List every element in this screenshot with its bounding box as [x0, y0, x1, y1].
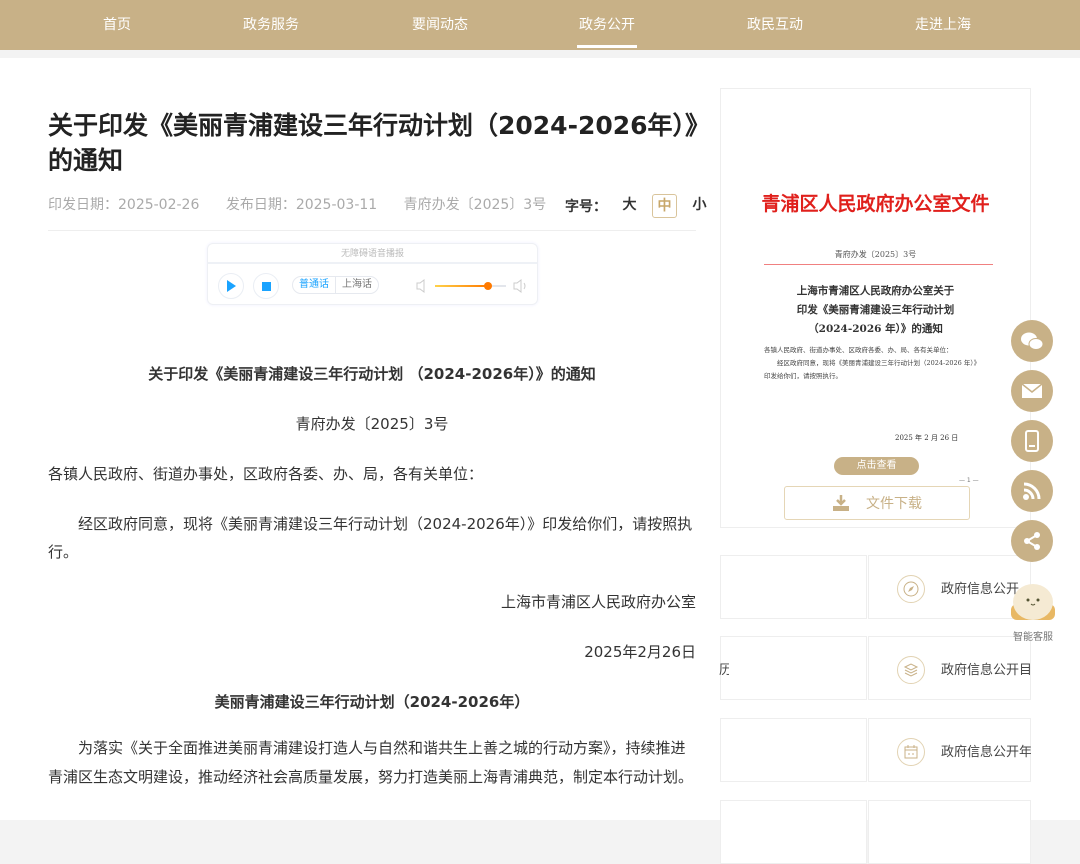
body-addressee: 各镇人民政府、街道办事处，区政府各委、办、局，各有关单位： — [48, 460, 696, 488]
share-icon — [1022, 531, 1042, 551]
link-card[interactable] — [868, 800, 1031, 864]
compass-icon — [897, 575, 925, 603]
preview-red-line — [764, 264, 993, 265]
volume-slider[interactable] — [435, 285, 506, 287]
nav-news[interactable]: 要闻动态 — [412, 0, 468, 50]
preview-title-line: 印发《美丽青浦建设三年行动计划 — [751, 301, 1000, 320]
preview-header: 青浦区人民政府办公室文件 — [721, 189, 1030, 216]
nav-interaction[interactable]: 政民互动 — [747, 0, 803, 50]
stop-icon — [262, 282, 271, 291]
play-icon — [226, 280, 236, 292]
font-size-label: 字号： — [565, 196, 607, 216]
top-nav: 首页 政务服务 要闻动态 政务公开 政民互动 走进上海 — [0, 0, 1080, 50]
body-signer: 上海市青浦区人民政府办公室 — [48, 588, 696, 616]
preview-body-line: 各镇人民政府、街道办事处、区政府各委、办、局、各有关单位： — [764, 344, 999, 357]
font-size-switcher: 字号： 大 中 小 — [565, 194, 712, 218]
volume-low-icon — [416, 279, 426, 293]
wechat-icon — [1020, 331, 1044, 351]
link-card[interactable]: 历 — [720, 636, 867, 700]
card-label: 政府信息公开年 — [941, 741, 1031, 760]
download-label: 文件下载 — [866, 493, 922, 513]
audio-title: 无障碍语音播报 — [208, 244, 537, 264]
nav-home[interactable]: 首页 — [103, 0, 131, 50]
preview-title: 上海市青浦区人民政府办公室关于 印发《美丽青浦建设三年行动计划 （2024-20… — [751, 282, 1000, 339]
mobile-icon — [1025, 430, 1039, 452]
layers-icon — [897, 656, 925, 684]
preview-page-number: — 1 — — [959, 477, 979, 484]
body-doc-number: 青府办发〔2025〕3号 — [48, 410, 696, 438]
preview-body-line: 印发给你们，请按照执行。 — [764, 370, 999, 383]
download-icon — [832, 494, 850, 512]
publish-date: 发布日期：2025-03-11 — [226, 197, 377, 213]
nav-about-shanghai[interactable]: 走进上海 — [915, 0, 971, 50]
mail-icon — [1021, 383, 1043, 399]
nav-open-government[interactable]: 政务公开 — [579, 0, 635, 50]
lang-mandarin[interactable]: 普通话 — [293, 277, 336, 293]
link-card[interactable] — [720, 555, 867, 619]
smart-service-label: 智能客服 — [1007, 628, 1059, 643]
smart-service-button[interactable]: 智能客服 — [1007, 576, 1059, 638]
calendar-icon — [897, 738, 925, 766]
article-body: 关于印发《美丽青浦建设三年行动计划 （2024-2026年）》的通知 青府办发〔… — [48, 360, 696, 792]
bun-mascot-icon — [1007, 576, 1059, 624]
play-button[interactable] — [218, 273, 244, 299]
preview-body: 各镇人民政府、街道办事处、区政府各委、办、局、各有关单位： 经区政府同意，现将《… — [764, 344, 999, 383]
link-card-gov-info-annual[interactable]: 政府信息公开年 — [868, 718, 1031, 782]
link-card-gov-info-catalog[interactable]: 政府信息公开目 — [868, 636, 1031, 700]
body-heading: 关于印发《美丽青浦建设三年行动计划 （2024-2026年）》的通知 — [48, 360, 696, 388]
wechat-button[interactable] — [1011, 320, 1053, 362]
volume-fill — [435, 285, 488, 287]
volume-knob[interactable] — [484, 282, 492, 290]
view-document-button[interactable]: 点击查看 — [834, 457, 919, 475]
rss-icon — [1022, 481, 1042, 501]
volume-high-icon — [513, 279, 529, 293]
page-title: 关于印发《美丽青浦建设三年行动计划（2024-2026年）》的通知 — [48, 108, 698, 178]
document-preview: 青浦区人民政府办公室文件 青府办发〔2025〕3号 上海市青浦区人民政府办公室关… — [720, 88, 1031, 528]
plan-title: 美丽青浦建设三年行动计划（2024-2026年） — [48, 688, 696, 716]
rss-button[interactable] — [1011, 470, 1053, 512]
font-medium-button[interactable]: 中 — [652, 194, 677, 218]
article-meta: 印发日期：2025-02-26 发布日期：2025-03-11 青府办发〔202… — [48, 194, 568, 214]
card-label: 政府信息公开目 — [941, 659, 1031, 678]
body-paragraph: 为落实《关于全面推进美丽青浦建设打造人与自然和谐共生上善之城的行动方案》，持续推… — [48, 734, 696, 792]
issue-date: 印发日期：2025-02-26 — [48, 197, 199, 213]
divider — [48, 230, 696, 231]
card-label: 历 — [719, 659, 729, 678]
share-button[interactable] — [1011, 520, 1053, 562]
preview-title-line: （2024-2026 年）》的通知 — [751, 320, 1000, 339]
preview-body-line: 经区政府同意，现将《美丽青浦建设三年行动计划（2024-2026 年）》 — [764, 357, 999, 370]
font-small-button[interactable]: 小 — [687, 194, 712, 218]
audio-player: 无障碍语音播报 普通话 上海话 — [207, 243, 538, 305]
lang-shanghainese[interactable]: 上海话 — [336, 277, 378, 293]
language-toggle: 普通话 上海话 — [292, 276, 379, 294]
stop-button[interactable] — [253, 273, 279, 299]
download-button[interactable]: 文件下载 — [784, 486, 970, 520]
preview-doc-number: 青府办发〔2025〕3号 — [721, 249, 1030, 260]
email-button[interactable] — [1011, 370, 1053, 412]
body-date: 2025年2月26日 — [48, 638, 696, 666]
link-card[interactable] — [720, 800, 867, 864]
body-paragraph: 经区政府同意，现将《美丽青浦建设三年行动计划（2024-2026年）》印发给你们… — [48, 510, 696, 566]
font-large-button[interactable]: 大 — [617, 194, 642, 218]
link-card[interactable] — [720, 718, 867, 782]
preview-title-line: 上海市青浦区人民政府办公室关于 — [751, 282, 1000, 301]
document-number: 青府办发〔2025〕3号 — [404, 197, 547, 213]
nav-services[interactable]: 政务服务 — [243, 0, 299, 50]
mobile-button[interactable] — [1011, 420, 1053, 462]
preview-date: 2025 年 2 月 26 日 — [895, 433, 958, 443]
